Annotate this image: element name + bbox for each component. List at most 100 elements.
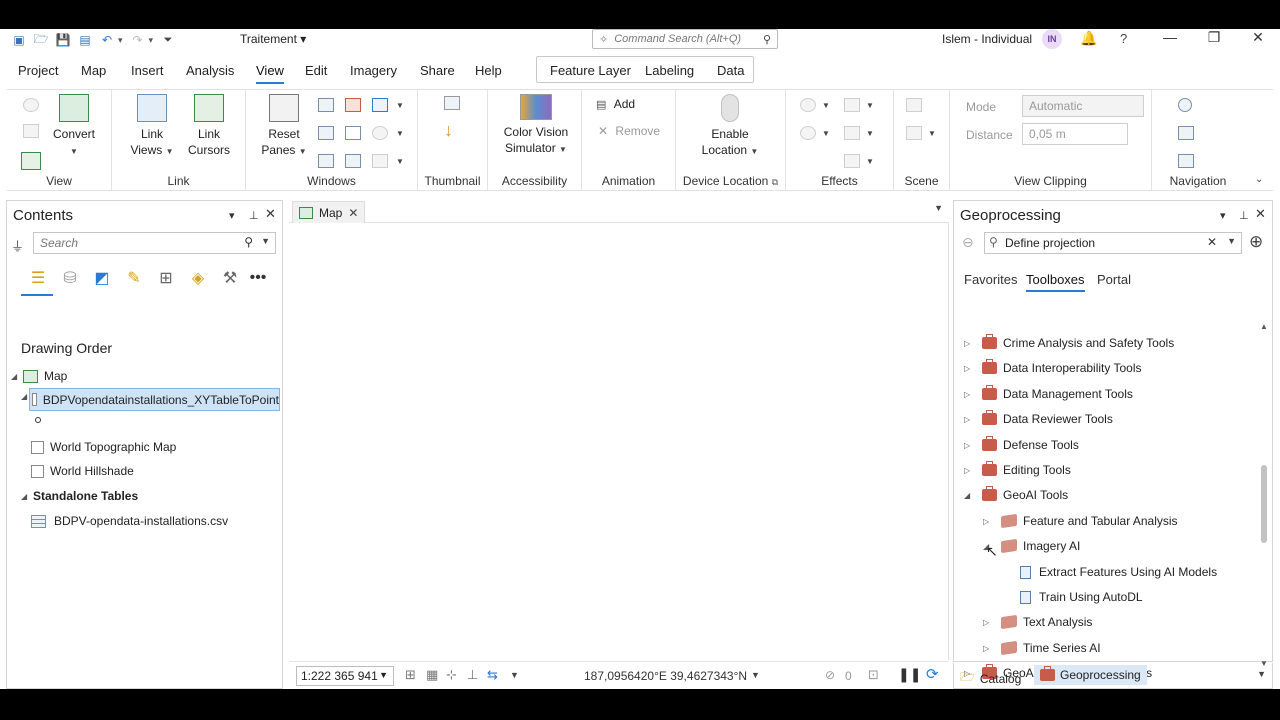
project-name[interactable]: Traitement ▾ xyxy=(240,32,306,46)
expanded-triangle-icon[interactable]: ◢ xyxy=(21,392,27,401)
contents-search-input[interactable]: Search ⚲ ▼ xyxy=(33,232,276,254)
navigation-mode-icon[interactable]: ⇆ xyxy=(487,667,498,683)
scrollbar[interactable]: ▲ ▼ xyxy=(1260,322,1268,668)
convert-button[interactable]: Convert ▼ xyxy=(51,94,97,160)
collapsed-triangle-icon[interactable]: ▷ xyxy=(983,618,1001,627)
tab-analysis[interactable]: Analysis xyxy=(186,63,234,78)
tab-help[interactable]: Help xyxy=(475,63,502,78)
chevron-down-icon[interactable]: ▼ xyxy=(510,670,519,680)
scene-icon[interactable] xyxy=(906,98,922,112)
swipe-icon[interactable] xyxy=(844,98,860,112)
undo-icon[interactable]: ↶ xyxy=(96,30,118,50)
close-icon[interactable]: ✕ xyxy=(1255,206,1266,222)
enable-location-button[interactable]: Enable Location ▼ xyxy=(698,94,762,160)
chevron-down-icon[interactable]: ▼ xyxy=(866,129,874,138)
catalog-view-icon[interactable] xyxy=(23,98,39,112)
catalog-pane-icon[interactable] xyxy=(318,98,334,112)
grid-icon[interactable]: ▦ xyxy=(426,667,438,683)
attributes-pane-icon[interactable] xyxy=(318,126,334,140)
redo-icon[interactable]: ↷ xyxy=(127,30,149,50)
tab-project[interactable]: Project xyxy=(18,63,58,78)
scroll-thumb[interactable] xyxy=(1261,465,1267,543)
link-views-button[interactable]: Link Views ▼ xyxy=(130,94,174,160)
table-pane-icon[interactable] xyxy=(318,154,334,168)
collapsed-triangle-icon[interactable]: ▷ xyxy=(983,644,1001,653)
toolset-item[interactable]: ▷ Feature and Tabular Analysis xyxy=(983,510,1178,532)
camera-icon[interactable] xyxy=(1178,126,1194,140)
restore-icon[interactable]: ❐ xyxy=(1204,29,1224,46)
navigator-icon[interactable] xyxy=(1178,98,1192,112)
constraints-icon[interactable]: ⊥ xyxy=(467,667,478,683)
print-pane-icon[interactable] xyxy=(345,154,361,168)
new-project-icon[interactable]: ▣ xyxy=(8,30,30,50)
notification-bell-icon[interactable]: 🔔 xyxy=(1080,30,1097,47)
refresh-icon[interactable]: ⟳ xyxy=(926,665,939,683)
toolbox-item[interactable]: ▷ Data Reviewer Tools xyxy=(964,408,1113,430)
tab-share[interactable]: Share xyxy=(420,63,455,78)
tab-insert[interactable]: Insert xyxy=(131,63,164,78)
chevron-down-icon[interactable]: ▼ xyxy=(751,670,760,680)
snapping-icon[interactable]: ⊹ xyxy=(446,667,457,683)
customize-toolbar-icon[interactable]: ⏷ xyxy=(157,30,179,50)
tab-data[interactable]: Data xyxy=(717,63,744,78)
user-name[interactable]: Islem - Individual xyxy=(942,32,1032,46)
chevron-down-icon[interactable]: ▼ xyxy=(822,129,830,138)
tab-view[interactable]: View xyxy=(256,63,284,84)
map-view-tab[interactable]: Map ✕ xyxy=(292,201,366,223)
locate-icon[interactable] xyxy=(372,126,388,140)
tab-geoprocessing[interactable]: Geoprocessing xyxy=(1034,665,1147,685)
python-window-icon[interactable] xyxy=(345,126,361,140)
pin-icon[interactable]: ⊥ xyxy=(1239,209,1249,222)
help-icon[interactable]: ? xyxy=(1120,31,1127,46)
scroll-up-icon[interactable]: ▲ xyxy=(1260,322,1268,331)
layer-row-selected[interactable]: BDPVopendatainstallations_XYTableToPoint xyxy=(29,388,280,411)
flicker-icon[interactable] xyxy=(844,126,860,140)
tab-map[interactable]: Map xyxy=(81,63,106,78)
list-by-data-source-icon[interactable]: ⛁ xyxy=(59,268,81,288)
tab-favorites[interactable]: Favorites xyxy=(964,272,1017,287)
tool-item[interactable]: Extract Features Using AI Models xyxy=(1002,561,1217,583)
chevron-down-icon[interactable]: ▼ xyxy=(928,129,936,138)
mode-field[interactable]: Automatic xyxy=(1022,95,1144,117)
standalone-tables-node[interactable]: ◢ Standalone Tables xyxy=(21,486,138,506)
redo-dropdown-icon[interactable]: ▾ xyxy=(149,35,154,46)
tasks-icon[interactable] xyxy=(372,98,388,112)
collapsed-triangle-icon[interactable]: ▷ xyxy=(964,364,982,373)
undo-dropdown-icon[interactable]: ▾ xyxy=(118,35,123,46)
nav-options-icon[interactable] xyxy=(1178,154,1194,168)
create-thumbnail-arrow-icon[interactable]: ↓ xyxy=(444,120,453,141)
more-options-icon[interactable]: ••• xyxy=(247,268,269,288)
collapsed-triangle-icon[interactable]: ▷ xyxy=(964,339,982,348)
pause-icon[interactable]: ❚❚ xyxy=(898,666,921,683)
layer-visibility-checkbox[interactable] xyxy=(31,440,44,454)
color-vision-simulator-button[interactable]: Color Vision Simulator ▼ xyxy=(494,94,578,158)
expanded-triangle-icon[interactable]: ◢ xyxy=(964,491,982,500)
layer-visibility-checkbox[interactable] xyxy=(31,464,44,478)
save-as-icon[interactable]: ▤ xyxy=(74,30,96,50)
map-canvas[interactable] xyxy=(289,223,949,660)
scene-options-icon[interactable] xyxy=(906,126,922,140)
toolbox-item[interactable]: ▷ Data Interoperability Tools xyxy=(964,357,1142,379)
chevron-down-icon[interactable]: ▼ xyxy=(261,236,270,246)
toolset-item[interactable]: ▷ Time Series AI xyxy=(983,637,1101,659)
reset-panes-button[interactable]: Reset Panes ▼ xyxy=(260,94,308,160)
list-by-selection-icon[interactable]: ◩ xyxy=(91,268,113,288)
tool-item[interactable]: Train Using AutoDL xyxy=(1002,586,1143,608)
layout-icon[interactable] xyxy=(23,124,39,138)
list-by-snapping-icon[interactable]: ⊞ xyxy=(155,268,177,288)
tab-catalog[interactable]: 🗁 Catalog xyxy=(960,668,1021,689)
list-by-drawing-order-icon[interactable]: ☰ xyxy=(27,268,49,288)
chevron-down-icon[interactable]: ▼ xyxy=(396,157,404,166)
add-animation-button[interactable]: ▤ Add xyxy=(596,96,635,113)
collapsed-triangle-icon[interactable]: ▷ xyxy=(964,466,982,475)
close-icon[interactable]: ✕ xyxy=(348,206,358,220)
link-cursors-button[interactable]: Link Cursors xyxy=(186,94,232,158)
tab-feature-layer[interactable]: Feature Layer xyxy=(550,63,631,78)
chevron-down-icon[interactable]: ▼ xyxy=(822,101,830,110)
layer-row[interactable]: World Hillshade xyxy=(31,461,134,481)
add-icon[interactable]: ⊕ xyxy=(1249,232,1263,252)
collapse-ribbon-icon[interactable]: ⌄ xyxy=(1255,174,1263,185)
tab-labeling[interactable]: Labeling xyxy=(645,63,694,78)
distance-field[interactable]: 0,05 m xyxy=(1022,123,1128,145)
open-folder-icon[interactable]: 🗁 xyxy=(30,30,52,50)
